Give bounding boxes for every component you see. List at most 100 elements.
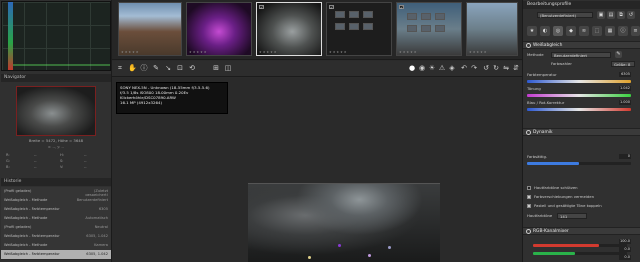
power-icon[interactable] (526, 130, 531, 135)
cave-photo[interactable] (248, 183, 440, 262)
filmstrip-thumbnail-selected[interactable]: ✓ ★★★★★ (256, 2, 322, 56)
history-item-label: (Profil geladen) (4, 189, 32, 193)
history-item-value: 6305, 1.042 (86, 252, 108, 256)
history-item-selected[interactable]: Weißabgleich - Farbtemperatur 6305, 1.04… (1, 250, 111, 260)
filmstrip-thumbnail[interactable]: ✓ ★★★★★ (396, 2, 462, 56)
rotate-icon[interactable]: ⟲ (188, 64, 196, 73)
saturation-slider[interactable] (527, 162, 631, 165)
readout-row: G: -- S: -- (4, 159, 108, 164)
transform-tab-icon[interactable]: ⬚ (592, 26, 602, 36)
histogram (1, 1, 111, 71)
rgb-red-fill (533, 244, 599, 247)
focus-mask-icon[interactable]: ◉ (418, 64, 426, 73)
rating-stars[interactable]: ★★★★★ (121, 50, 141, 54)
dynamics-section[interactable]: Dynamik (523, 128, 640, 136)
crop-icon[interactable]: ⌗ (116, 64, 124, 73)
checkmark-icon: ✓ (259, 5, 264, 10)
color-picker-icon[interactable]: ✎ (152, 64, 160, 73)
checkbox[interactable] (527, 204, 531, 208)
image-canvas[interactable]: SONY NEX-5N - Unknown (18-55mm f/3.5-5.6… (112, 78, 522, 262)
rating-stars[interactable]: ★★★★★ (399, 50, 419, 54)
histogram-curve (13, 64, 110, 66)
history-item-label: Weißabgleich - Methode (4, 243, 48, 247)
processing-profile-header[interactable]: Bearbeitungsprofile (523, 1, 640, 9)
luminance-icon[interactable]: ☀ (428, 64, 436, 73)
filmstrip-thumbnail[interactable]: ★★★★★ (186, 2, 252, 56)
mini-thumb (349, 11, 359, 18)
clipping-icon[interactable]: ◈ (448, 64, 456, 73)
filmstrip-thumbnail[interactable]: ★★★★★ (118, 2, 182, 56)
saturation-value[interactable]: 0 (619, 154, 631, 159)
rotate-left-icon[interactable]: ↺ (482, 64, 490, 73)
rating-stars[interactable]: ★★★★★ (259, 50, 279, 54)
checkbox-label: Pastell und gesättigte Töne koppeln (534, 203, 602, 208)
exposure-tab-icon[interactable]: ◐ (540, 26, 550, 36)
rgb-value-blue[interactable]: 0.0 (619, 255, 631, 260)
white-balance-section[interactable]: Weißabgleich (523, 41, 640, 49)
history-item-value: Benutzerdefiniert (76, 198, 108, 202)
mini-thumb (335, 23, 345, 30)
tint-value[interactable]: 1.042 (619, 86, 631, 91)
rgb-green-slider[interactable] (533, 252, 627, 255)
flip-horizontal-icon[interactable]: ⇋ (502, 64, 510, 73)
detail-tab-icon[interactable]: ◆ (566, 26, 576, 36)
checkbox[interactable] (527, 195, 531, 199)
mini-thumb (363, 11, 373, 18)
blue-red-slider[interactable] (527, 108, 631, 111)
rgb-mixer-section[interactable]: RGB-Kanalmixer (523, 227, 640, 235)
blue-red-value[interactable]: 1.000 (619, 100, 631, 105)
filmstrip-thumbnail[interactable]: ✓ ★★★★★ (326, 2, 392, 56)
color-tab-icon[interactable]: ◎ (553, 26, 563, 36)
save-icon[interactable]: ▣ (597, 11, 605, 19)
picker-size-select[interactable]: Größe: 8 (611, 61, 635, 67)
before-after-icon[interactable]: ◫ (224, 64, 232, 73)
rating-stars[interactable]: ★★★★★ (189, 50, 209, 54)
power-icon[interactable] (526, 229, 531, 234)
power-icon[interactable] (526, 43, 531, 48)
filmstrip-thumbnail[interactable]: ★★★★★ (466, 2, 518, 56)
main-preview-dot-icon[interactable]: ● (408, 64, 416, 73)
filmstrip: ★★★★★ ★★★★★ ✓ ★★★★★ ✓ ★★★★★ ✓ ★★★★★ ★★★★… (112, 0, 522, 60)
straighten-icon[interactable]: ↘ (164, 64, 172, 73)
skin-tones-select[interactable]: 141 (557, 213, 587, 219)
paste-icon[interactable]: ▤ (607, 11, 615, 19)
navigator-header[interactable]: Navigator (1, 74, 111, 82)
grid-icon[interactable]: ⊞ (212, 64, 220, 73)
flip-vertical-icon[interactable]: ⇵ (512, 64, 520, 73)
temperature-value[interactable]: 6305 (619, 72, 631, 77)
color-picker-icon[interactable]: ✎ (615, 51, 622, 58)
dynamics-title: Dynamik (533, 130, 553, 135)
menu-icon[interactable]: ≡ (631, 26, 640, 36)
favorites-tab-icon[interactable]: ★ (527, 26, 537, 36)
wavelet-tab-icon[interactable]: ≋ (579, 26, 589, 36)
profile-select[interactable]: (Benutzerdefiniert) (537, 12, 593, 18)
checkbox-label: Farbverschiebungen vermeiden (534, 194, 595, 199)
rgb-red-slider[interactable] (533, 244, 627, 247)
redo-icon[interactable]: ↷ (470, 64, 478, 73)
hand-icon[interactable]: ✋ (128, 64, 137, 73)
reset-icon[interactable]: ↺ (627, 11, 635, 19)
tint-slider[interactable] (527, 94, 631, 97)
history-item-label: Weißabgleich - Farbtemperatur (4, 252, 60, 256)
navigator-preview[interactable] (16, 86, 96, 136)
method-select[interactable]: Benutzerdefiniert (551, 52, 611, 58)
history-header[interactable]: Historie (1, 178, 111, 186)
checkbox[interactable] (527, 186, 531, 190)
rotate-right-icon[interactable]: ↻ (492, 64, 500, 73)
readout-value: -- (84, 159, 87, 163)
undo-icon[interactable]: ↶ (460, 64, 468, 73)
copy-icon[interactable]: ⧉ (617, 11, 625, 19)
readout-label: H: (60, 153, 64, 157)
crop-tool-icon[interactable]: ⊡ (176, 64, 184, 73)
rating-stars[interactable]: ★★★★★ (469, 50, 489, 54)
info-icon[interactable]: ⓘ (140, 64, 148, 73)
readout-value: -- (84, 153, 87, 157)
left-panel: Navigator Breite = 5472, Höhe = 3648 x: … (0, 0, 112, 262)
metadata-tab-icon[interactable]: ⓘ (618, 26, 628, 36)
mini-thumb (421, 25, 431, 32)
raw-tab-icon[interactable]: ▦ (605, 26, 615, 36)
temperature-slider[interactable] (527, 80, 631, 83)
saturation-label: Farbsättig. (527, 154, 548, 159)
rating-stars[interactable]: ★★★★★ (329, 50, 349, 54)
warning-icon[interactable]: ⚠ (438, 64, 446, 73)
